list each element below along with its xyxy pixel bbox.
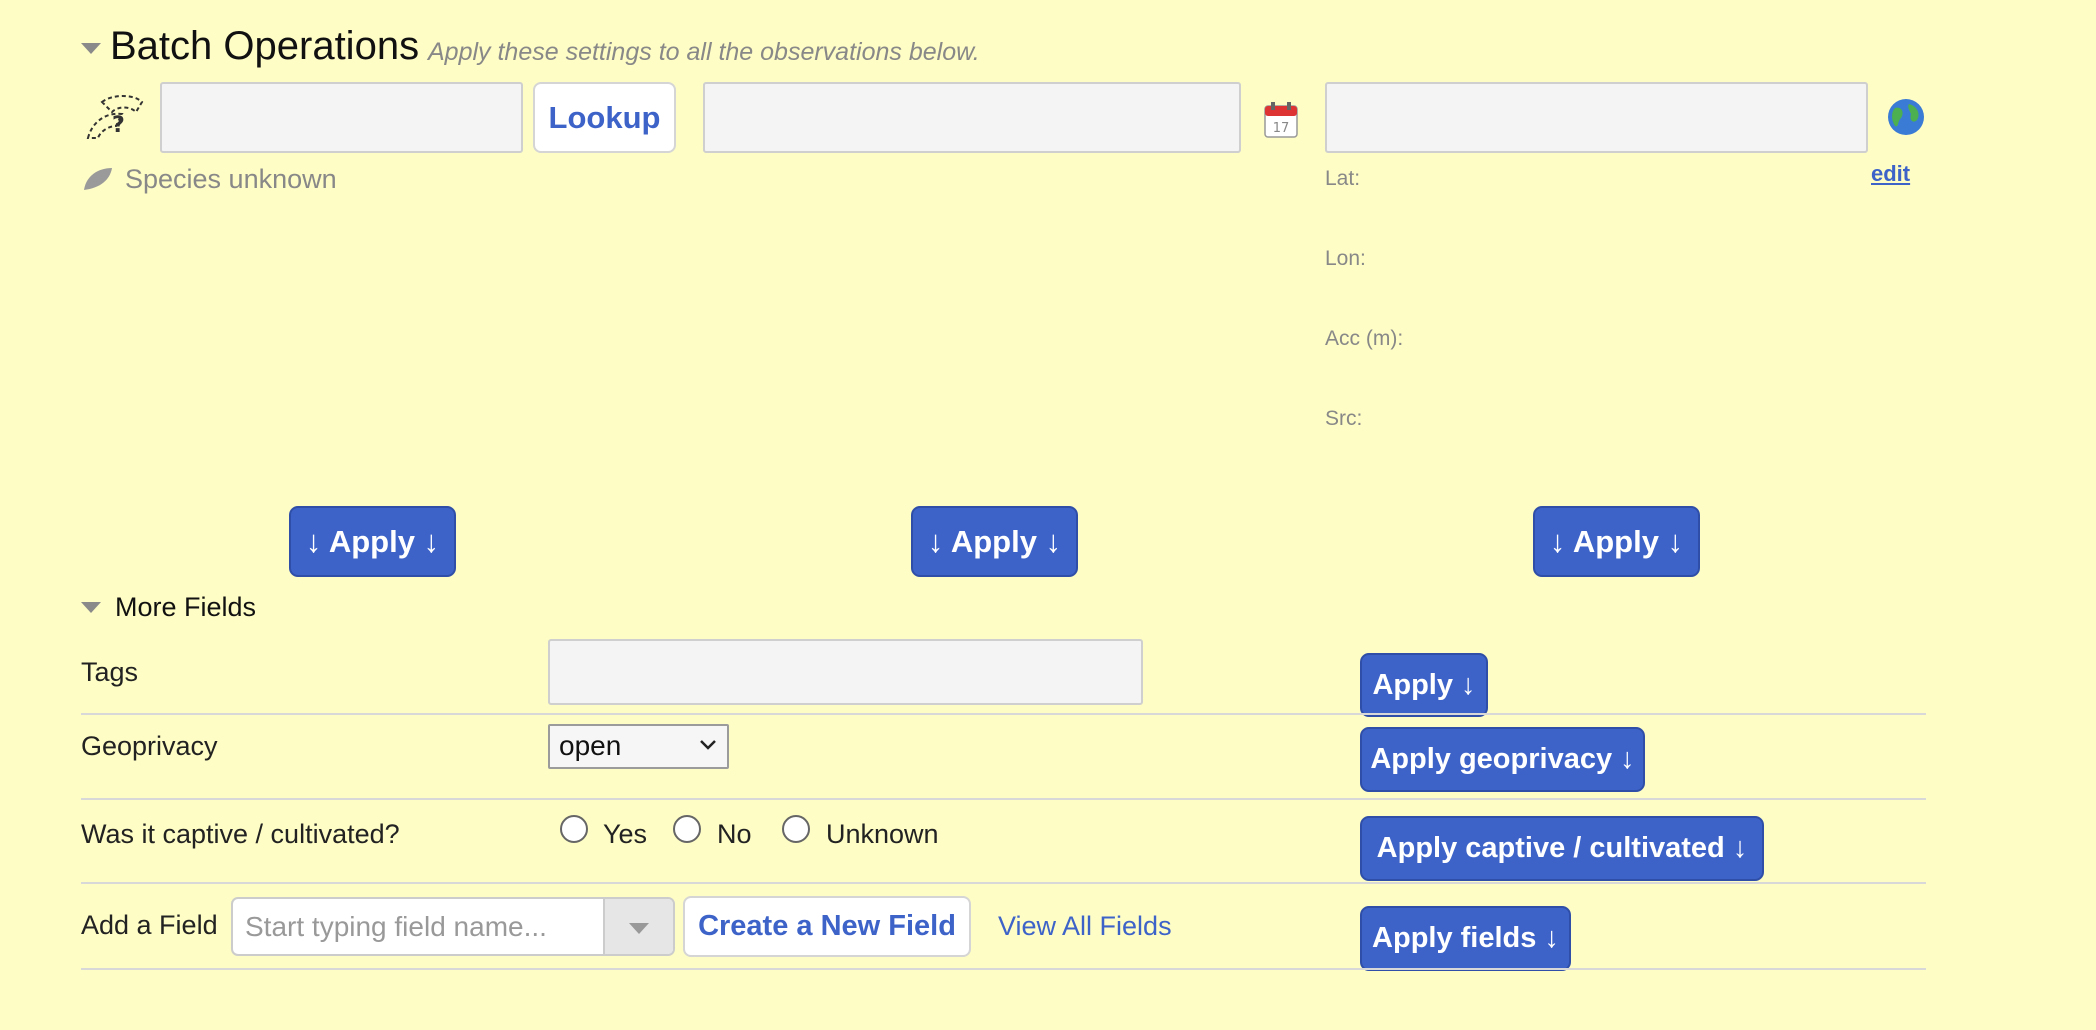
- chevron-down-icon: [629, 923, 649, 934]
- divider: [81, 968, 1926, 970]
- field-name-input[interactable]: Start typing field name...: [231, 897, 675, 956]
- captive-label: Was it captive / cultivated?: [81, 819, 400, 849]
- captive-yes-radio[interactable]: [560, 815, 588, 843]
- captive-yes-label: Yes: [603, 819, 648, 849]
- captive-no-label: No: [717, 819, 752, 849]
- apply-location-button[interactable]: ↓ Apply ↓: [1533, 506, 1700, 577]
- more-fields-collapse-caret[interactable]: [81, 602, 101, 613]
- field-dropdown-toggle[interactable]: [603, 899, 673, 954]
- apply-fields-button[interactable]: Apply fields ↓: [1360, 906, 1571, 971]
- svg-text:?: ?: [112, 113, 125, 138]
- captive-no-radio[interactable]: [673, 815, 701, 843]
- lat-label: Lat:: [1325, 167, 1361, 190]
- divider: [81, 713, 1926, 715]
- divider: [81, 882, 1926, 884]
- batch-subtitle: Apply these settings to all the observat…: [428, 38, 980, 66]
- species-unknown-label: Species unknown: [125, 164, 337, 194]
- geoprivacy-selected-value: open: [559, 730, 622, 761]
- apply-captive-button[interactable]: Apply captive / cultivated ↓: [1360, 816, 1764, 881]
- location-input[interactable]: [1325, 82, 1868, 153]
- captive-unknown-radio[interactable]: [782, 815, 810, 843]
- source-label: Src:: [1325, 407, 1363, 430]
- geoprivacy-select[interactable]: open: [548, 724, 729, 769]
- apply-geoprivacy-button[interactable]: Apply geoprivacy ↓: [1360, 727, 1645, 792]
- captive-unknown-label: Unknown: [826, 819, 939, 849]
- apply-taxon-button[interactable]: ↓ Apply ↓: [289, 506, 456, 577]
- apply-tags-button[interactable]: Apply ↓: [1360, 653, 1488, 717]
- unknown-taxon-icon: ?: [82, 92, 148, 144]
- tags-label: Tags: [81, 657, 139, 687]
- view-all-fields-link[interactable]: View All Fields: [998, 911, 1172, 942]
- add-field-label: Add a Field: [81, 910, 218, 940]
- field-name-placeholder: Start typing field name...: [245, 911, 547, 942]
- batch-collapse-caret[interactable]: [81, 43, 101, 54]
- create-new-field-button[interactable]: Create a New Field: [683, 896, 971, 957]
- geoprivacy-label: Geoprivacy: [81, 731, 218, 761]
- svg-text:17: 17: [1273, 121, 1290, 136]
- lookup-button[interactable]: Lookup: [533, 82, 676, 153]
- edit-location-link[interactable]: edit: [1871, 161, 1910, 187]
- divider: [81, 798, 1926, 800]
- leaf-icon: [82, 166, 114, 192]
- chevron-down-icon: [699, 738, 717, 756]
- tags-input[interactable]: [548, 639, 1143, 705]
- lon-label: Lon:: [1325, 247, 1366, 270]
- taxon-input[interactable]: [160, 82, 523, 153]
- globe-icon[interactable]: [1887, 98, 1925, 136]
- calendar-icon[interactable]: 17: [1264, 102, 1298, 138]
- apply-date-button[interactable]: ↓ Apply ↓: [911, 506, 1078, 577]
- batch-title: Batch Operations: [110, 24, 420, 68]
- more-fields-title: More Fields: [115, 592, 257, 622]
- date-input[interactable]: [703, 82, 1241, 153]
- accuracy-label: Acc (m):: [1325, 327, 1404, 350]
